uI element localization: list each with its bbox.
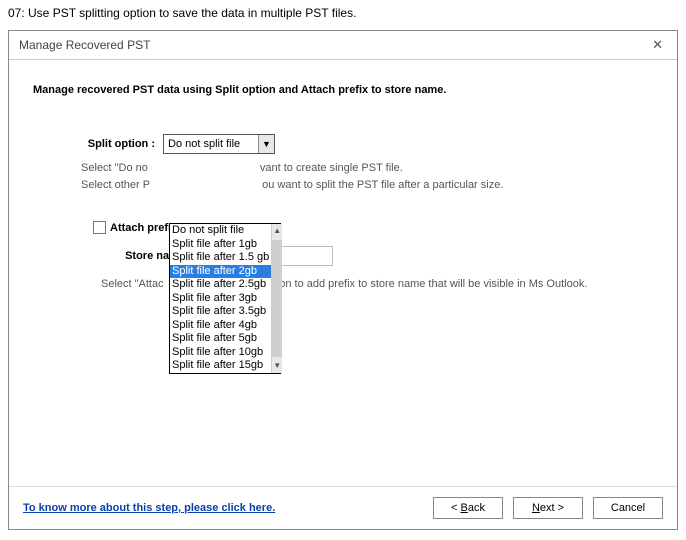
- close-icon[interactable]: ✕: [648, 37, 667, 53]
- split-hint: Select "Do novant to create single PST f…: [81, 160, 653, 193]
- scroll-thumb[interactable]: [272, 240, 282, 357]
- dropdown-option[interactable]: Split file after 15gb: [170, 359, 271, 373]
- dropdown-option[interactable]: Split file after 4gb: [170, 319, 271, 333]
- cancel-button[interactable]: Cancel: [593, 497, 663, 519]
- dropdown-option[interactable]: Split file after 2.5gb: [170, 278, 271, 292]
- dropdown-option[interactable]: Do not split file: [170, 224, 271, 238]
- scrollbar[interactable]: ▲ ▼: [271, 224, 282, 373]
- split-option-row: Split option : Do not split file ▼: [33, 134, 653, 154]
- split-option-label: Split option :: [33, 138, 163, 150]
- dialog-body: Manage recovered PST data using Split op…: [9, 60, 677, 486]
- next-button[interactable]: Next >: [513, 497, 583, 519]
- dropdown-option[interactable]: Split file after 3gb: [170, 292, 271, 306]
- dropdown-option[interactable]: Split file after 1.5 gb: [170, 251, 271, 265]
- back-button[interactable]: < Back: [433, 497, 503, 519]
- button-group: < Back Next > Cancel: [433, 497, 663, 519]
- dropdown-option[interactable]: Split file after 3.5gb: [170, 305, 271, 319]
- dialog-heading: Manage recovered PST data using Split op…: [33, 84, 653, 96]
- split-option-select[interactable]: Do not split file ▼: [163, 134, 275, 154]
- dialog-titlebar: Manage Recovered PST ✕: [9, 31, 677, 60]
- dialog-manage-pst: Manage Recovered PST ✕ Manage recovered …: [8, 30, 678, 530]
- scroll-down-icon[interactable]: ▼: [273, 359, 281, 373]
- split-option-value: Do not split file: [164, 138, 258, 150]
- attach-prefix-checkbox[interactable]: [93, 221, 106, 234]
- dialog-footer: To know more about this step, please cli…: [9, 486, 677, 529]
- dropdown-option[interactable]: Split file after 2gb: [170, 265, 271, 279]
- dropdown-option[interactable]: Split file after 1gb: [170, 238, 271, 252]
- store-name-row: Store name: [33, 246, 653, 266]
- step-instruction: 07: Use PST splitting option to save the…: [0, 0, 686, 30]
- dialog-title: Manage Recovered PST: [19, 38, 150, 52]
- scroll-up-icon[interactable]: ▲: [273, 224, 281, 238]
- dropdown-option[interactable]: Split file after 5gb: [170, 332, 271, 346]
- dropdown-option[interactable]: Split file after 10gb: [170, 346, 271, 360]
- chevron-down-icon[interactable]: ▼: [258, 135, 274, 153]
- split-option-dropdown[interactable]: Do not split fileSplit file after 1gbSpl…: [169, 223, 281, 374]
- help-link[interactable]: To know more about this step, please cli…: [23, 502, 275, 514]
